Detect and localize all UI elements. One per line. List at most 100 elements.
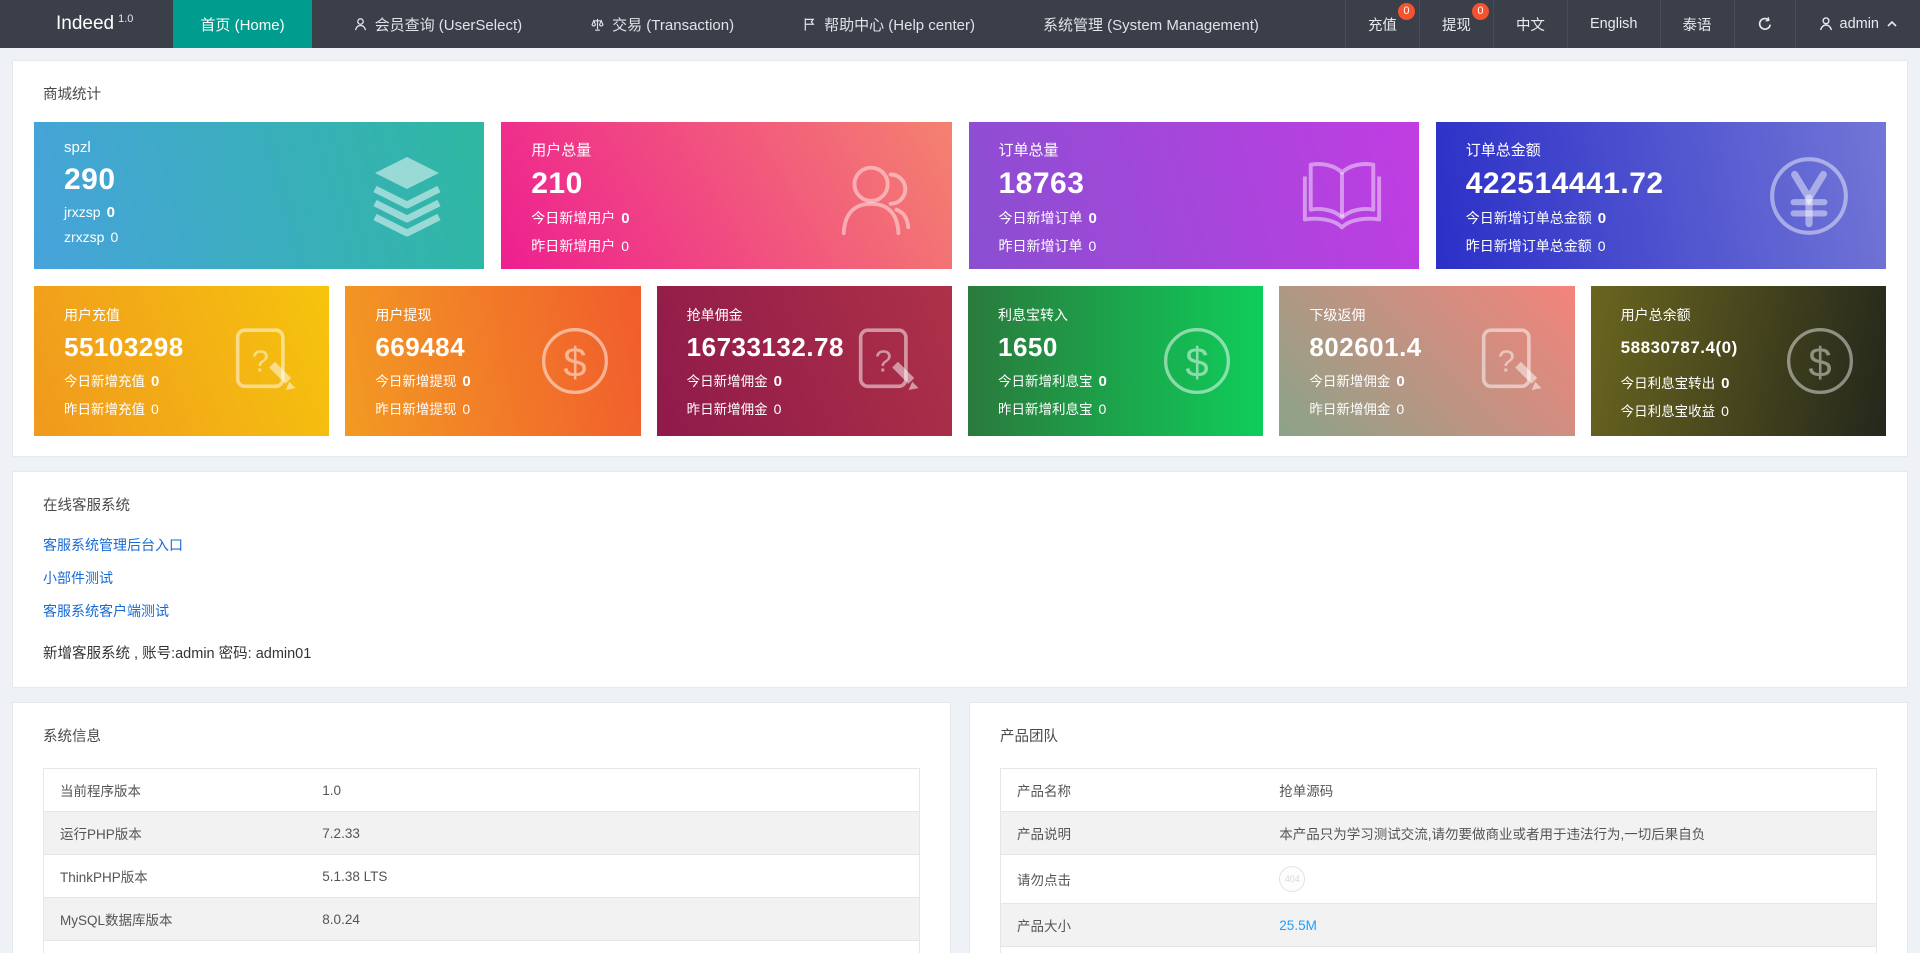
card-line: 今日新增用户 0	[531, 210, 630, 227]
top-navbar: Indeed 1.0 首页 (Home) 会员查询 (UserSelect) 交…	[0, 0, 1920, 48]
card-value: 16733132.78	[686, 332, 844, 362]
table-row: 产品说明 本产品只为学习测试交流,请勿要做商业或者用于违法行为,一切后果自负	[1000, 811, 1877, 855]
service-client-test-link[interactable]: 客服系统客户端测试	[43, 601, 1877, 621]
card-line: 今日新增订单总金额 0	[1465, 210, 1607, 227]
row-value: Linux	[306, 940, 920, 953]
service-links: 客服系统管理后台入口 小部件测试 客服系统客户端测试	[29, 515, 1891, 621]
card-line: 昨日新增佣金 0	[1309, 401, 1405, 417]
row-value: 8.0.24	[306, 897, 920, 941]
row-value: 1.0	[306, 768, 920, 812]
card-line: 昨日新增佣金 0	[686, 401, 782, 417]
card-title: 下级返佣	[1309, 307, 1366, 323]
card-line: 今日利息宝收益 0	[1620, 403, 1729, 419]
card-title: 用户充值	[64, 307, 120, 323]
card-title: 利息宝转入	[998, 307, 1068, 323]
table-row: MySQL数据库版本 8.0.24	[43, 897, 920, 941]
card-line: 昨日新增提现 0	[375, 401, 471, 417]
panel-title: 在线客服系统	[43, 498, 130, 514]
stats-row-2: 用户充值 55103298 今日新增充值 0 昨日新增充值 0 ? 用户提现 669…	[34, 286, 1886, 436]
stat-card-total-order-amount: 订单总金额 422514441.72 今日新增订单总金额 0 昨日新增订单总金额 0	[1435, 122, 1886, 269]
bottom-row: 系统信息 当前程序版本 1.0 运行PHP版本 7.2.33 ThinkPHP版本 5…	[12, 702, 1908, 953]
row-label: 请勿点击	[1000, 854, 1264, 904]
menu-item-transaction[interactable]: 交易 (Transaction)	[563, 0, 761, 48]
withdraw-label: 提现	[1441, 17, 1471, 34]
card-line: 昨日新增用户 0	[531, 238, 630, 254]
menu-item-system-management[interactable]: 系统管理 (System Management)	[1016, 0, 1286, 48]
table-row: 请勿点击 404	[1000, 854, 1877, 904]
brand-logo: Indeed 1.0	[0, 0, 173, 48]
withdraw-badge: 0	[1471, 3, 1489, 20]
brand-name: Indeed	[56, 13, 115, 34]
system-info-table: 当前程序版本 1.0 运行PHP版本 7.2.33 ThinkPHP版本 5.1.38…	[43, 768, 920, 953]
recharge-label: 充值	[1367, 17, 1397, 34]
stat-card-user-withdraw: 用户提现 669484 今日新增提现 0 昨日新增提现 0 $	[345, 286, 641, 436]
card-title: 抢单佣金	[686, 307, 743, 323]
card-title: spzl	[64, 139, 91, 156]
stat-card-total-orders: 订单总量 18763 今日新增订单 0 昨日新增订单 0	[968, 122, 1419, 269]
card-line: 昨日新增订单 0	[998, 238, 1097, 254]
lang-english-label: English	[1589, 16, 1638, 32]
recharge-button[interactable]: 充值 0	[1344, 0, 1419, 48]
table-row: 产品大小 25.5M	[1000, 903, 1877, 947]
menu-item-label: 会员查询 (UserSelect)	[374, 16, 523, 34]
table-row: ThinkPHP版本 5.1.38 LTS	[43, 854, 920, 898]
page-content: 商城统计 spzl 290 jrxzsp 0 zrxzsp 0 用户总量 210 今…	[0, 48, 1920, 953]
card-value: 18763	[998, 167, 1085, 200]
row-label: 产品大小	[1000, 903, 1264, 947]
stat-card-spzl: spzl 290 jrxzsp 0 zrxzsp 0	[34, 122, 485, 269]
card-value: 55103298	[64, 332, 184, 362]
stats-row-1: spzl 290 jrxzsp 0 zrxzsp 0 用户总量 210 今日新增用户…	[34, 122, 1886, 269]
card-line: 昨日新增利息宝 0	[998, 401, 1107, 417]
stat-card-interest-transfer-in: 利息宝转入 1650 今日新增利息宝 0 昨日新增利息宝 0 $	[968, 286, 1264, 436]
menu-item-label: 系统管理 (System Management)	[1042, 16, 1259, 34]
card-title: 用户提现	[375, 307, 432, 323]
table-row: 产品名称 抢单源码	[1000, 768, 1877, 812]
customer-service-panel: 在线客服系统 客服系统管理后台入口 小部件测试 客服系统客户端测试 新增客服系统…	[12, 471, 1908, 688]
widget-test-link[interactable]: 小部件测试	[43, 568, 1877, 588]
chevron-up-icon	[1887, 20, 1897, 27]
service-admin-entry-link[interactable]: 客服系统管理后台入口	[43, 535, 1877, 555]
menu-item-label: 帮助中心 (Help center)	[824, 16, 975, 34]
card-line: 今日新增利息宝 0	[998, 373, 1107, 390]
card-line: 今日新增佣金 0	[1309, 373, 1405, 390]
card-value: 669484	[375, 332, 466, 362]
table-row: 数据库mysql	[1000, 946, 1877, 953]
lang-chinese-button[interactable]: 中文	[1492, 0, 1567, 48]
menu-item-userselect[interactable]: 会员查询 (UserSelect)	[326, 0, 550, 48]
row-value: 5.1.38 LTS	[306, 854, 920, 898]
lang-english-button[interactable]: English	[1566, 0, 1660, 48]
menu-item-home[interactable]: 首页 (Home)	[173, 0, 312, 48]
user-menu[interactable]: admin	[1794, 0, 1920, 48]
card-value: 290	[64, 163, 116, 196]
card-line: 今日新增订单 0	[998, 210, 1097, 227]
row-value: 本产品只为学习测试交流,请勿要做商业或者用于违法行为,一切后果自负	[1263, 811, 1877, 855]
refresh-icon	[1758, 17, 1771, 30]
menu-item-label: 首页 (Home)	[200, 16, 285, 34]
service-credentials-note: 新增客服系统 , 账号:admin 密码: admin01	[43, 646, 312, 662]
stat-card-order-commission: 抢单佣金 16733132.78 今日新增佣金 0 昨日新增佣金 0 ?	[656, 286, 952, 436]
stat-card-subordinate-rebate: 下级返佣 802601.4 今日新增佣金 0 昨日新增佣金 0 ?	[1279, 286, 1575, 436]
404-badge[interactable]: 404	[1279, 866, 1306, 892]
card-line: 今日新增提现 0	[375, 373, 471, 390]
card-title: 订单总量	[998, 142, 1059, 159]
panel-title: 系统信息	[43, 729, 101, 745]
refresh-button[interactable]	[1733, 0, 1795, 48]
lang-thai-button[interactable]: 泰语	[1659, 0, 1734, 48]
card-value: 210	[531, 167, 583, 200]
card-value: 802601.4	[1309, 332, 1422, 362]
card-line: zrxzsp 0	[64, 229, 119, 245]
row-label: 产品说明	[1000, 811, 1264, 855]
recharge-badge: 0	[1397, 3, 1415, 20]
card-line: 今日新增佣金 0	[686, 373, 782, 390]
card-title: 用户总余额	[1620, 307, 1691, 323]
stat-card-total-users: 用户总量 210 今日新增用户 0 昨日新增用户 0	[501, 122, 952, 269]
username: admin	[1839, 16, 1880, 32]
stat-card-user-total-balance: 用户总余额 58830787.4(0) 今日利息宝转出 0 今日利息宝收益 0 $	[1590, 286, 1886, 436]
menu-item-help-center[interactable]: 帮助中心 (Help center)	[775, 0, 1002, 48]
table-row: 当前程序版本 1.0	[43, 768, 920, 812]
table-row: 运行PHP版本 7.2.33	[43, 811, 920, 855]
row-label: 数据库	[1000, 946, 1264, 953]
stat-card-user-recharge: 用户充值 55103298 今日新增充值 0 昨日新增充值 0 ?	[34, 286, 330, 436]
product-size-link[interactable]: 25.5M	[1279, 918, 1317, 933]
withdraw-button[interactable]: 提现 0	[1418, 0, 1493, 48]
